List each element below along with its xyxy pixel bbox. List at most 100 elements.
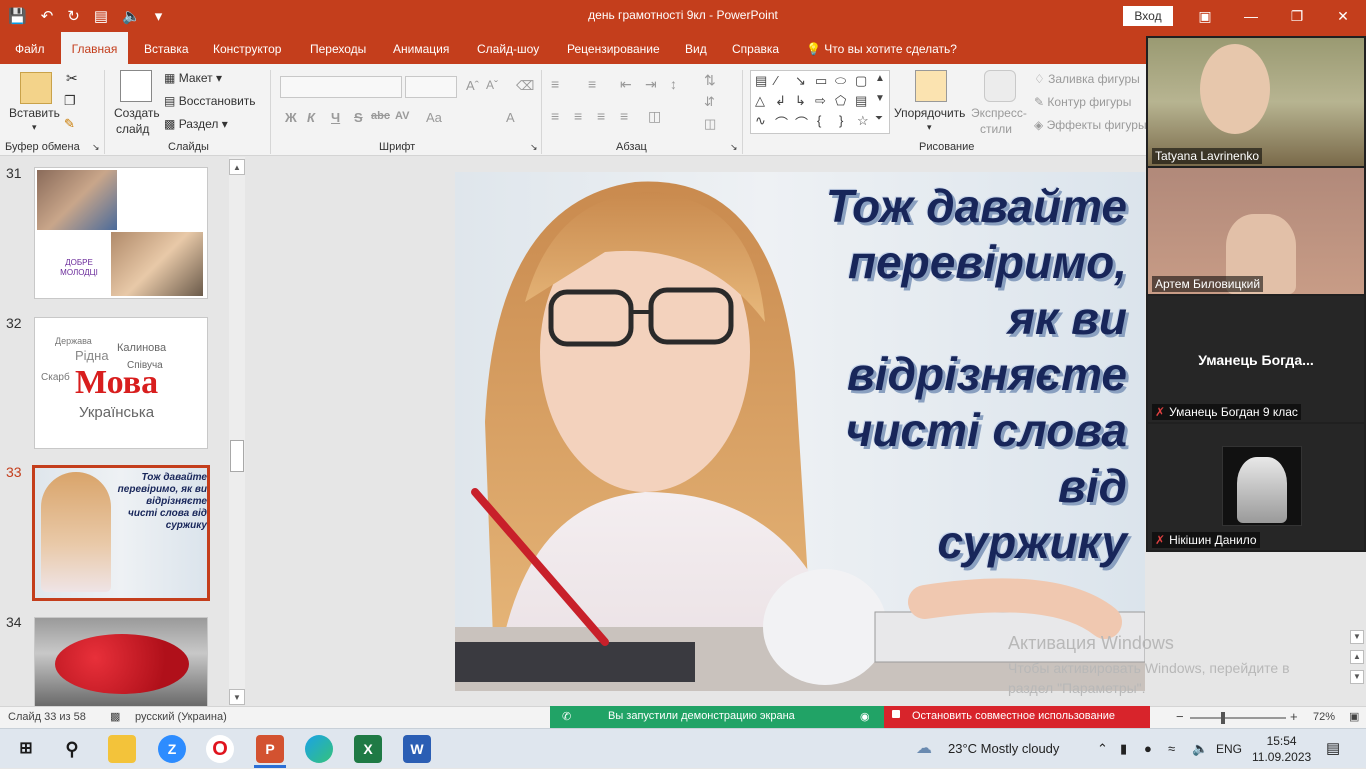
- font-launcher-icon[interactable]: ↘: [530, 142, 538, 153]
- slide-thumb-31[interactable]: ДОБРЕ МОЛОДЦІ: [34, 167, 208, 299]
- brace-right-shape-icon[interactable]: }: [839, 113, 843, 128]
- triangle-shape-icon[interactable]: △: [755, 93, 765, 109]
- tab-design[interactable]: Конструктор: [207, 32, 287, 64]
- shape-effects-button[interactable]: ◈ Эффекты фигуры: [1034, 118, 1147, 132]
- arrange-dropdown-icon[interactable]: ▾: [927, 122, 932, 133]
- stop-sharing-button[interactable]: Остановить совместное использование: [884, 706, 1150, 728]
- layout-button[interactable]: ▦ Макет ▾: [164, 71, 222, 85]
- ribbon-display-icon[interactable]: ▣: [1182, 0, 1228, 32]
- tab-review[interactable]: Рецензирование: [561, 32, 666, 64]
- tab-home[interactable]: Главная: [61, 32, 128, 64]
- weather-icon[interactable]: ☁: [916, 729, 932, 769]
- change-case-button[interactable]: Aa: [426, 110, 442, 125]
- battery-icon[interactable]: ▮: [1120, 729, 1127, 769]
- brace-left-shape-icon[interactable]: {: [817, 113, 821, 128]
- arrow-line-shape-icon[interactable]: ↘: [795, 73, 806, 89]
- windows-start-icon[interactable]: ⊞: [12, 735, 40, 763]
- opera-icon[interactable]: O: [206, 735, 234, 763]
- spellcheck-icon[interactable]: ▩: [110, 710, 120, 723]
- weather-text[interactable]: 23°C Mostly cloudy: [948, 729, 1059, 769]
- signin-button[interactable]: Вход: [1123, 6, 1173, 26]
- decrease-indent-icon[interactable]: ⇤: [620, 76, 632, 93]
- freeform-shape-icon[interactable]: ∿: [755, 113, 766, 129]
- tab-transitions[interactable]: Переходы: [304, 32, 372, 64]
- clock[interactable]: 15:54 11.09.2023: [1252, 733, 1311, 765]
- curve-shape-icon[interactable]: ⌒: [775, 113, 788, 132]
- microphone-icon[interactable]: ●: [1144, 729, 1152, 769]
- paste-dropdown-icon[interactable]: ▾: [32, 122, 37, 133]
- align-center-icon[interactable]: ≡: [574, 108, 582, 124]
- clear-format-icon[interactable]: ⌫: [516, 78, 534, 94]
- tell-me-search[interactable]: 💡 Что вы хотите сделать?: [806, 32, 957, 64]
- pentagon-shape-icon[interactable]: ⬠: [835, 93, 846, 109]
- new-slide-button-line2[interactable]: слайд: [116, 122, 149, 136]
- shapes-gallery[interactable]: ▤ ∕ ↘ ▭ ⬭ ▢ △ ↲ ↳ ⇨ ⬠ ▤ ∿ ⌒ ⌒ { } ☆ ▲ ▼ …: [750, 70, 890, 134]
- quick-styles-icon[interactable]: [984, 70, 1016, 102]
- slide-thumb-33[interactable]: Тож давайте перевіримо, як ви відрізняєт…: [32, 465, 210, 601]
- file-explorer-icon[interactable]: [108, 735, 136, 763]
- elbow-connector-icon[interactable]: ↲: [775, 93, 786, 109]
- bullets-icon[interactable]: ≡: [551, 76, 559, 92]
- edge-icon[interactable]: [305, 735, 333, 763]
- format-painter-icon[interactable]: ✎: [64, 116, 75, 132]
- tab-slideshow[interactable]: Слайд-шоу: [471, 32, 545, 64]
- zoom-slider-knob[interactable]: [1221, 712, 1225, 724]
- tab-view[interactable]: Вид: [679, 32, 713, 64]
- tray-expand-icon[interactable]: ⌃: [1097, 729, 1108, 769]
- input-language[interactable]: ENG: [1216, 729, 1242, 769]
- right-arrow-shape-icon[interactable]: ⇨: [815, 93, 826, 109]
- align-left-icon[interactable]: ≡: [551, 108, 559, 124]
- participant-tile[interactable]: ✗ Нікішин Данило: [1148, 424, 1364, 550]
- strikethrough-button[interactable]: abc: [371, 110, 390, 122]
- arc-shape-icon[interactable]: ⌒: [795, 113, 808, 132]
- font-name-combo[interactable]: [280, 76, 402, 98]
- shrink-font-icon[interactable]: Aˇ: [486, 78, 498, 92]
- language-indicator[interactable]: русский (Украина): [135, 711, 227, 723]
- clipboard-launcher-icon[interactable]: ↘: [92, 142, 100, 153]
- rounded-rect-shape-icon[interactable]: ▢: [855, 73, 867, 89]
- slide-thumb-32[interactable]: Держава Рідна Калинова Співуча Скарб Мов…: [34, 317, 208, 449]
- tab-insert[interactable]: Вставка: [138, 32, 195, 64]
- tab-help[interactable]: Справка: [726, 32, 785, 64]
- participant-tile[interactable]: Уманець Богда... ✗ Уманець Богдан 9 клас: [1148, 296, 1364, 422]
- scroll-down-icon[interactable]: ▼: [229, 689, 245, 705]
- zoom-app-icon[interactable]: Z: [158, 735, 186, 763]
- justify-icon[interactable]: ≡: [620, 108, 628, 124]
- zoom-in-icon[interactable]: +: [1290, 709, 1298, 724]
- quick-styles-button[interactable]: Экспресс-: [971, 106, 1027, 120]
- shape-fill-button[interactable]: ♢ Заливка фигуры: [1034, 72, 1140, 86]
- shape-outline-button[interactable]: ✎ Контур фигуры: [1034, 95, 1131, 109]
- word-icon[interactable]: W: [403, 735, 431, 763]
- increase-indent-icon[interactable]: ⇥: [645, 76, 657, 93]
- section-button[interactable]: ▩ Раздел ▾: [164, 117, 228, 131]
- paste-button[interactable]: Вставить: [9, 106, 60, 120]
- copy-icon[interactable]: ❐: [64, 93, 76, 109]
- rectangle-shape-icon[interactable]: ▭: [815, 73, 827, 89]
- new-slide-icon[interactable]: [120, 70, 152, 102]
- paragraph-launcher-icon[interactable]: ↘: [730, 142, 738, 153]
- fit-slide-icon[interactable]: ▣: [1349, 710, 1359, 723]
- gallery-up-icon[interactable]: ▲: [875, 73, 885, 84]
- prev-slide-icon[interactable]: ▲: [1350, 650, 1364, 664]
- numbering-icon[interactable]: ≡: [588, 76, 596, 92]
- textbox-shape-icon[interactable]: ▤: [755, 73, 767, 89]
- arrange-button[interactable]: Упорядочить: [894, 106, 965, 120]
- italic-button[interactable]: К: [307, 110, 315, 125]
- stage-scrollbar[interactable]: ▼ ▲ ▼: [1350, 630, 1366, 706]
- align-right-icon[interactable]: ≡: [597, 108, 605, 124]
- maximize-icon[interactable]: ❐: [1274, 0, 1320, 32]
- scroll-down-icon[interactable]: ▼: [1350, 630, 1364, 644]
- thumbnails-scrollbar[interactable]: ▲ ▼: [229, 157, 245, 705]
- participant-tile[interactable]: Артем Биловицкий: [1148, 168, 1364, 294]
- scroll-up-icon[interactable]: ▲: [229, 159, 245, 175]
- quick-styles-button-line2[interactable]: стили: [980, 122, 1012, 136]
- paste-icon[interactable]: [20, 72, 52, 104]
- char-spacing-button[interactable]: AV: [395, 110, 409, 122]
- shadow-button[interactable]: S: [354, 110, 363, 125]
- participant-tile[interactable]: Tatyana Lavrinenko: [1148, 38, 1364, 166]
- tab-file[interactable]: Файл: [9, 32, 51, 64]
- line-spacing-icon[interactable]: ↕: [670, 76, 677, 92]
- reset-button[interactable]: ▤ Восстановить: [164, 94, 256, 108]
- notifications-icon[interactable]: ▤: [1326, 729, 1340, 769]
- tab-animations[interactable]: Анимация: [387, 32, 455, 64]
